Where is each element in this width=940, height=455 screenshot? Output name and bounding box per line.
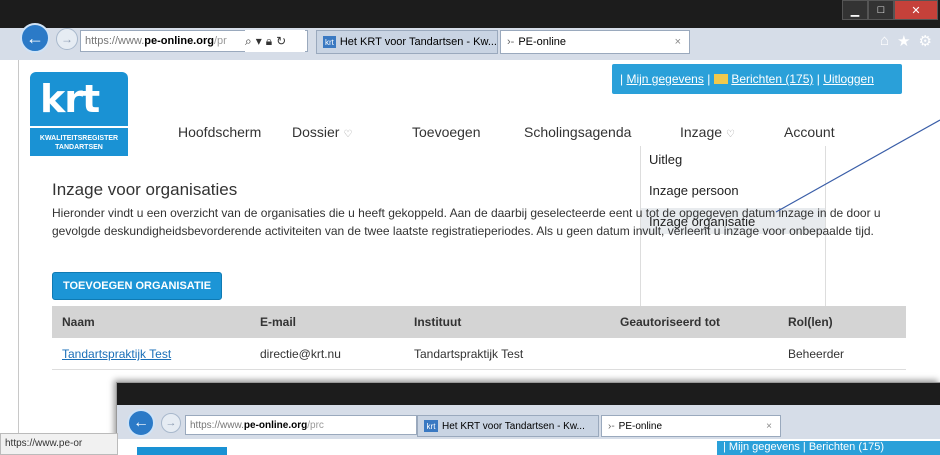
nav-label: Dossier bbox=[292, 124, 340, 140]
logo-subtitle-line1: KWALITEITSREGISTER bbox=[39, 135, 119, 142]
lock-icon[interactable]: 🔒︎ bbox=[266, 34, 272, 49]
minimize-button[interactable]: ▁ bbox=[842, 0, 868, 20]
overlay-tab-krt[interactable]: krt Het KRT voor Tandartsen - Kw... bbox=[417, 415, 599, 437]
tab-title: PE-online bbox=[618, 420, 663, 432]
browser-tab-krt[interactable]: krt Het KRT voor Tandartsen - Kw... bbox=[316, 30, 498, 54]
address-domain: pe-online.org bbox=[243, 419, 308, 431]
organisations-table: Naam E-mail Instituut Geautoriseerd tot … bbox=[52, 306, 906, 370]
pe-favicon-icon: ›- bbox=[608, 420, 615, 432]
logo-text: krt bbox=[30, 72, 128, 126]
address-suffix: /pr bbox=[213, 35, 227, 47]
tab-title: PE-online bbox=[518, 36, 567, 48]
nav-item-toevoegen[interactable]: Toevoegen bbox=[412, 124, 481, 140]
mail-icon bbox=[714, 74, 729, 84]
nav-item-account[interactable]: Account bbox=[784, 124, 835, 140]
separator: | bbox=[620, 72, 624, 86]
pe-favicon-icon: ›- bbox=[507, 36, 515, 48]
nav-item-scholingsagenda[interactable]: Scholingsagenda bbox=[524, 124, 631, 140]
gear-icon[interactable]: ⚙ bbox=[919, 32, 932, 50]
overlay-user-links-bar: | Mijn gegevens | Berichten (175) bbox=[717, 441, 940, 455]
dropdown-item-uitleg[interactable]: Uitleg bbox=[641, 146, 825, 172]
column-header-geautoriseerd[interactable]: Geautoriseerd tot bbox=[620, 306, 720, 338]
address-suffix: /prc bbox=[307, 419, 324, 431]
logout-link[interactable]: Uitloggen bbox=[823, 72, 874, 86]
intro-paragraph: Hieronder vindt u een overzicht van de o… bbox=[52, 206, 881, 238]
add-organisation-button[interactable]: TOEVOEGEN ORGANISATIE bbox=[52, 272, 222, 300]
back-arrow-icon[interactable]: ← bbox=[127, 409, 155, 437]
address-prefix: https://www. bbox=[190, 419, 244, 431]
forward-arrow-icon[interactable]: → bbox=[161, 413, 181, 433]
window-close-button[interactable]: ✕ bbox=[894, 0, 938, 20]
dropdown-item-inzage-persoon[interactable]: Inzage persoon bbox=[641, 177, 825, 203]
window-titlebar: ▁ □ ✕ bbox=[0, 0, 940, 28]
maximize-button[interactable]: □ bbox=[868, 0, 894, 20]
window-controls: ▁ □ ✕ bbox=[842, 0, 938, 20]
separator: | bbox=[816, 72, 820, 86]
krt-logo[interactable]: krt KWALITEITSREGISTER TANDARTSEN bbox=[30, 72, 128, 160]
overlay-browser-screenshot: ← → https://www. pe-online.org/prc krt He… bbox=[116, 382, 940, 455]
krt-favicon-icon: krt bbox=[424, 420, 438, 432]
back-arrow-icon[interactable]: ← bbox=[20, 23, 50, 53]
column-header-instituut[interactable]: Instituut bbox=[414, 306, 461, 338]
nav-item-hoofdscherm[interactable]: Hoofdscherm bbox=[178, 124, 261, 140]
tab-close-icon[interactable]: × bbox=[766, 421, 772, 432]
overlay-tab-pe-online[interactable]: ›- PE-online × bbox=[601, 415, 781, 437]
tab-title: Het KRT voor Tandartsen - Kw... bbox=[442, 420, 585, 432]
overlay-address-bar[interactable]: https://www. pe-online.org/prc bbox=[185, 415, 417, 435]
messages-link[interactable]: Berichten (175) bbox=[731, 72, 813, 86]
main-nav: Hoofdscherm Dossier ♡ Toevoegen Scholings… bbox=[150, 120, 850, 144]
page-left-border bbox=[18, 60, 19, 455]
column-header-rollen[interactable]: Rol(len) bbox=[788, 306, 833, 338]
home-icon[interactable]: ⌂ bbox=[880, 32, 889, 50]
table-row: Tandartspraktijk Test directie@krt.nu Ta… bbox=[52, 338, 906, 370]
chevron-down-icon: ♡ bbox=[343, 129, 353, 140]
dropdown-icon[interactable]: ▾ bbox=[256, 34, 262, 48]
address-bar-actions: ⌕ ▾ 🔒︎ ↻ bbox=[245, 30, 305, 52]
search-icon[interactable]: ⌕ bbox=[245, 34, 252, 49]
my-data-link[interactable]: Mijn gegevens bbox=[626, 72, 703, 86]
organisation-institute: Tandartspraktijk Test bbox=[414, 347, 524, 361]
browser-chrome: ▁ □ ✕ ← → https://www. pe-online.org/pr ⌕… bbox=[0, 0, 940, 60]
logo-subtitle: KWALITEITSREGISTER TANDARTSEN bbox=[30, 126, 128, 156]
organisation-name-link[interactable]: Tandartspraktijk Test bbox=[62, 338, 171, 370]
nav-label: Inzage bbox=[680, 124, 723, 140]
refresh-icon[interactable]: ↻ bbox=[276, 34, 286, 48]
chevron-down-icon: ♡ bbox=[726, 129, 736, 140]
page-title: Inzage voor organisaties bbox=[52, 180, 238, 199]
table-header: Naam E-mail Instituut Geautoriseerd tot … bbox=[52, 306, 906, 338]
address-domain: pe-online.org bbox=[144, 35, 214, 47]
tab-title: Het KRT voor Tandartsen - Kw... bbox=[339, 36, 497, 48]
forward-arrow-icon[interactable]: → bbox=[56, 28, 78, 50]
logo-subtitle-line2: TANDARTSEN bbox=[55, 144, 103, 151]
organisation-roles: Beheerder bbox=[788, 347, 845, 361]
user-links-bar: | Mijn gegevens | Berichten (175) | Uitlo… bbox=[612, 64, 902, 94]
nav-item-dossier[interactable]: Dossier ♡ bbox=[292, 124, 352, 140]
status-bar-url: https://www.pe-or bbox=[0, 433, 118, 455]
organisation-email: directie@krt.nu bbox=[260, 347, 341, 361]
column-header-email[interactable]: E-mail bbox=[260, 306, 296, 338]
browser-tab-pe-online[interactable]: ›- PE-online × bbox=[500, 30, 690, 54]
browser-toolbar-icons: ⌂ ★ ⚙ bbox=[880, 32, 932, 50]
tab-close-icon[interactable]: × bbox=[675, 36, 681, 48]
address-prefix: https://www. bbox=[85, 35, 145, 47]
separator: | bbox=[707, 72, 711, 86]
star-icon[interactable]: ★ bbox=[897, 32, 910, 50]
nav-item-inzage[interactable]: Inzage ♡ bbox=[680, 124, 735, 140]
column-header-naam[interactable]: Naam bbox=[62, 306, 95, 338]
krt-favicon-icon: krt bbox=[323, 36, 336, 48]
overlay-logo bbox=[137, 447, 227, 455]
